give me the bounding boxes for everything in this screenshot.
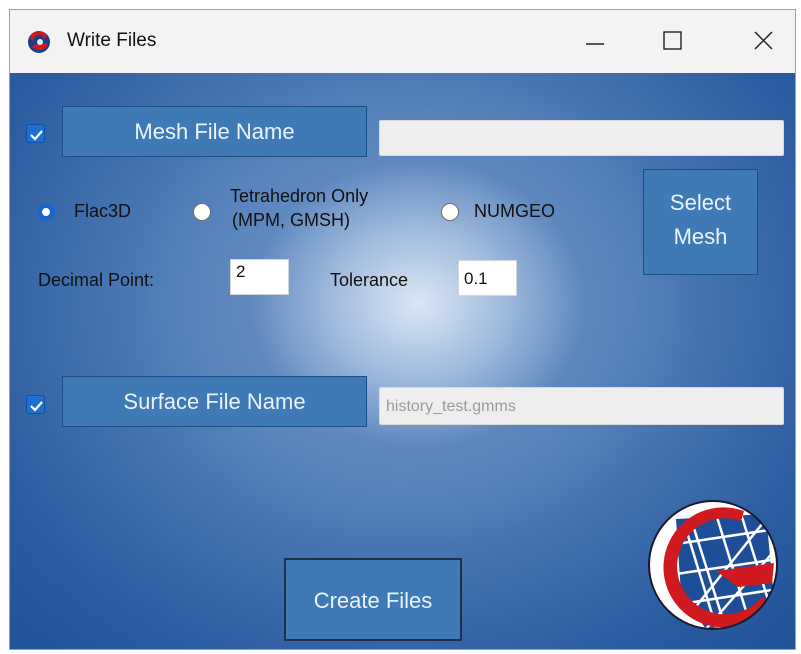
maximize-button[interactable] [653, 24, 693, 58]
window-title: Write Files [67, 30, 157, 51]
radio-tetrahedron-label-line2: (MPM, GMSH) [232, 210, 350, 230]
select-mesh-button[interactable]: Select Mesh [643, 169, 758, 275]
checkmark-icon [30, 130, 43, 141]
radio-flac3d[interactable] [37, 203, 55, 221]
tolerance-label: Tolerance [330, 270, 409, 290]
radio-numgeo[interactable] [441, 203, 459, 221]
title-bar: Write Files [10, 10, 795, 73]
minimize-button[interactable] [575, 24, 615, 58]
create-files-button[interactable]: Create Files [284, 558, 462, 641]
surface-file-name-button[interactable]: Surface File Name [62, 376, 367, 427]
write-files-window: Write Files Mesh File Name Flac3D Tetrah… [9, 9, 796, 650]
close-button[interactable] [744, 24, 784, 58]
tolerance-input[interactable]: 0.1 [458, 260, 517, 296]
select-mesh-line1: Select [669, 190, 732, 215]
decimal-point-input[interactable]: 2 [230, 259, 289, 295]
select-mesh-line2: Mesh [673, 224, 728, 249]
mesh-checkbox[interactable] [26, 124, 45, 143]
radio-tetrahedron[interactable] [193, 203, 211, 221]
radio-flac3d-label: Flac3D [74, 201, 132, 221]
close-icon [754, 31, 773, 50]
app-logo-icon [28, 31, 50, 53]
surface-checkbox[interactable] [26, 395, 45, 414]
minimize-icon [586, 43, 604, 45]
mesh-filename-input[interactable] [379, 120, 784, 156]
mesh-file-name-button[interactable]: Mesh File Name [62, 106, 367, 157]
radio-numgeo-label: NUMGEO [474, 201, 555, 221]
decimal-point-label: Decimal Point: [38, 270, 155, 290]
client-area: Mesh File Name Flac3D Tetrahedron Only (… [10, 73, 795, 649]
brand-logo-g-mesh-icon [648, 500, 778, 630]
radio-tetrahedron-label-line1: Tetrahedron Only [230, 186, 369, 206]
maximize-icon [663, 31, 682, 50]
checkmark-icon [30, 401, 43, 412]
surface-filename-input[interactable]: history_test.gmms [379, 387, 784, 425]
